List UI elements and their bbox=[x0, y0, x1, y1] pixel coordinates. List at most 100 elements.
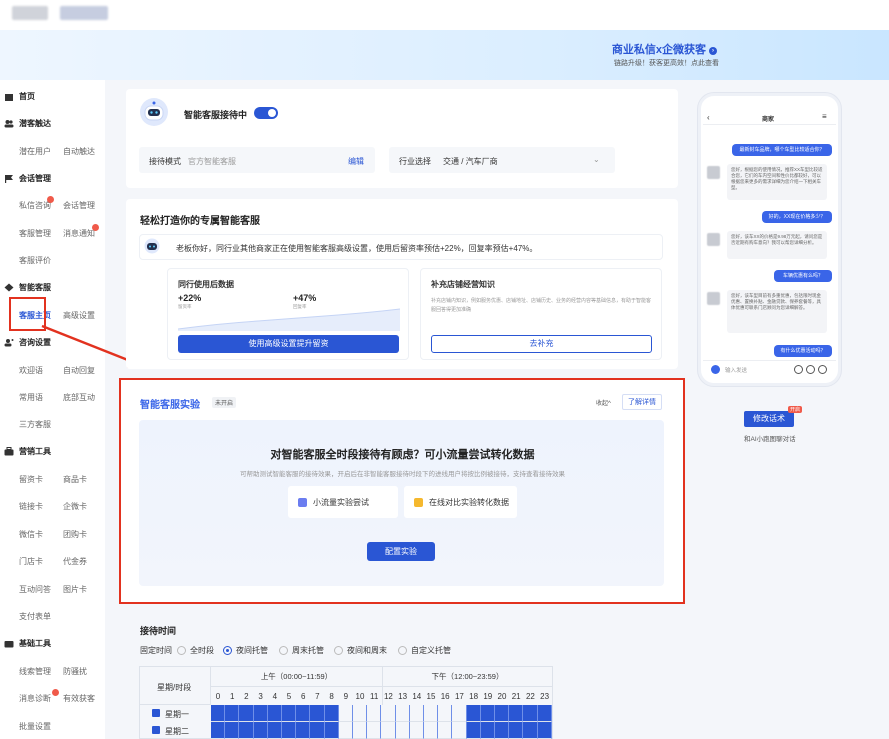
sidebar-item-wechat-card[interactable]: 微信卡 bbox=[19, 529, 43, 540]
radio-weekend[interactable]: 周末托管 bbox=[279, 645, 324, 656]
sidebar-item-wecom-card[interactable]: 企微卡 bbox=[63, 501, 87, 512]
supplement-knowledge-button[interactable]: 去补充 bbox=[431, 335, 652, 353]
sidebar-group-reach[interactable]: 潜客触达 bbox=[4, 118, 51, 129]
sidebar-group-session[interactable]: 会话管理 bbox=[4, 173, 51, 184]
schedule-cell[interactable] bbox=[466, 722, 481, 739]
radio-custom[interactable]: 自定义托管 bbox=[398, 645, 451, 656]
schedule-cell[interactable] bbox=[452, 705, 467, 722]
configure-experiment-button[interactable]: 配置实验 bbox=[367, 542, 435, 561]
schedule-cell[interactable] bbox=[495, 705, 510, 722]
schedule-cell[interactable] bbox=[225, 705, 240, 722]
voice-icon[interactable] bbox=[711, 365, 720, 374]
emoji-icon[interactable] bbox=[806, 365, 815, 374]
minus-icon[interactable] bbox=[152, 726, 160, 734]
schedule-cell[interactable] bbox=[395, 705, 410, 722]
schedule-cell[interactable] bbox=[253, 722, 268, 739]
chat-input[interactable]: 输入发送 bbox=[725, 366, 747, 374]
sidebar-item-cs-review[interactable]: 客服评价 bbox=[19, 255, 51, 266]
schedule-cell[interactable] bbox=[523, 705, 538, 722]
sidebar-item-group-card[interactable]: 团购卡 bbox=[63, 529, 87, 540]
promo-banner[interactable]: 商业私信x企微获客 › 链路升级！获客更高效！点此查看 bbox=[0, 30, 889, 80]
schedule-cell[interactable] bbox=[310, 722, 325, 739]
schedule-cell[interactable] bbox=[225, 722, 240, 739]
industry-select[interactable]: 行业选择 交通 / 汽车厂商 ⌄ bbox=[389, 147, 615, 173]
schedule-cell[interactable] bbox=[395, 722, 410, 739]
schedule-cell[interactable] bbox=[452, 722, 467, 739]
schedule-cell[interactable] bbox=[367, 705, 382, 722]
schedule-cell[interactable] bbox=[338, 722, 353, 739]
schedule-cell[interactable] bbox=[523, 722, 538, 739]
schedule-cell[interactable] bbox=[296, 722, 311, 739]
schedule-cell[interactable] bbox=[409, 705, 424, 722]
schedule-cell[interactable] bbox=[381, 705, 396, 722]
edit-mode-button[interactable]: 编辑 bbox=[348, 156, 364, 167]
schedule-cell[interactable] bbox=[267, 722, 282, 739]
schedule-cell[interactable] bbox=[424, 722, 439, 739]
schedule-cell[interactable] bbox=[353, 705, 368, 722]
sidebar-item-msg-diag[interactable]: 消息诊断 bbox=[19, 693, 51, 704]
collapse-button[interactable]: 收起^ bbox=[596, 398, 611, 407]
sidebar-item-session-mgmt[interactable]: 会话管理 bbox=[63, 200, 95, 211]
schedule-cell[interactable] bbox=[381, 722, 396, 739]
schedule-cell[interactable] bbox=[211, 705, 226, 722]
schedule-cell[interactable] bbox=[267, 705, 282, 722]
schedule-cell[interactable] bbox=[239, 722, 254, 739]
sidebar-item-clue-mgmt[interactable]: 线索管理 bbox=[19, 666, 51, 677]
plus-icon[interactable] bbox=[818, 365, 827, 374]
sidebar-item-batch-settings[interactable]: 批量设置 bbox=[19, 721, 51, 732]
menu-icon[interactable]: ≡ bbox=[822, 112, 827, 121]
banner-title[interactable]: 商业私信x企微获客 › bbox=[612, 41, 717, 57]
sidebar-item-msg-notice[interactable]: 消息通知 bbox=[63, 228, 95, 239]
sidebar-group-marketing[interactable]: 营销工具 bbox=[4, 446, 51, 457]
sidebar-item-anti-harass[interactable]: 防骚扰 bbox=[63, 666, 87, 677]
schedule-cell[interactable] bbox=[353, 722, 368, 739]
sidebar-item-goods-card[interactable]: 商品卡 bbox=[63, 474, 87, 485]
schedule-cell[interactable] bbox=[211, 722, 226, 739]
sidebar-item-reserve-card[interactable]: 留资卡 bbox=[19, 474, 43, 485]
smart-cs-toggle[interactable] bbox=[254, 107, 278, 119]
schedule-cell[interactable] bbox=[438, 705, 453, 722]
schedule-cell[interactable] bbox=[537, 722, 552, 739]
schedule-cell[interactable] bbox=[480, 705, 495, 722]
schedule-cell[interactable] bbox=[466, 705, 481, 722]
schedule-cell[interactable] bbox=[480, 722, 495, 739]
schedule-cell[interactable] bbox=[310, 705, 325, 722]
sidebar-item-bottom-interact[interactable]: 底部互动 bbox=[63, 392, 95, 403]
sidebar-item-qa[interactable]: 互动问答 bbox=[19, 584, 51, 595]
schedule-cell[interactable] bbox=[282, 722, 297, 739]
sidebar-item-image-card[interactable]: 图片卡 bbox=[63, 584, 87, 595]
sidebar-item-private-consult[interactable]: 私信咨询 bbox=[19, 200, 51, 211]
sidebar-item-cs-mgmt[interactable]: 客服管理 bbox=[19, 228, 51, 239]
option-small-traffic[interactable]: 小流量实验尝试 bbox=[288, 486, 398, 518]
sidebar-item-link-card[interactable]: 链接卡 bbox=[19, 501, 43, 512]
radio-night[interactable]: 夜间托管 bbox=[223, 645, 268, 656]
sidebar-item-advanced[interactable]: 高级设置 bbox=[63, 310, 95, 321]
emoji-icon[interactable] bbox=[794, 365, 803, 374]
modify-script-button[interactable]: 修改话术 bbox=[744, 411, 794, 427]
learn-more-button[interactable]: 了解详情 bbox=[622, 394, 662, 410]
schedule-cell[interactable] bbox=[324, 722, 339, 739]
radio-all-day[interactable]: 全时段 bbox=[177, 645, 214, 656]
sidebar-item-third-party[interactable]: 三方客服 bbox=[19, 419, 51, 430]
schedule-cell[interactable] bbox=[324, 705, 339, 722]
back-icon[interactable]: ‹ bbox=[707, 113, 710, 122]
sidebar-item-pay-form[interactable]: 支付表单 bbox=[19, 611, 51, 622]
schedule-cell[interactable] bbox=[282, 705, 297, 722]
schedule-cell[interactable] bbox=[338, 705, 353, 722]
schedule-cell[interactable] bbox=[537, 705, 552, 722]
schedule-cell[interactable] bbox=[367, 722, 382, 739]
sidebar-group-base-tools[interactable]: 基础工具 bbox=[4, 638, 51, 649]
schedule-cell[interactable] bbox=[509, 705, 524, 722]
sidebar-group-smart-cs[interactable]: 智能客服 bbox=[4, 282, 51, 293]
sidebar-item-potential-user[interactable]: 潜在用户 bbox=[19, 146, 51, 157]
sidebar-item-common-phrases[interactable]: 常用语 bbox=[19, 392, 43, 403]
schedule-cell[interactable] bbox=[296, 705, 311, 722]
sidebar-item-auto-reach[interactable]: 自动触达 bbox=[63, 146, 95, 157]
schedule-cell[interactable] bbox=[509, 722, 524, 739]
minus-icon[interactable] bbox=[152, 709, 160, 717]
schedule-cell[interactable] bbox=[409, 722, 424, 739]
radio-night-weekend[interactable]: 夜间和周末 bbox=[334, 645, 387, 656]
schedule-cell[interactable] bbox=[495, 722, 510, 739]
sidebar-item-effective-lead[interactable]: 有效获客 bbox=[63, 693, 95, 704]
sidebar-item-store-card[interactable]: 门店卡 bbox=[19, 556, 43, 567]
